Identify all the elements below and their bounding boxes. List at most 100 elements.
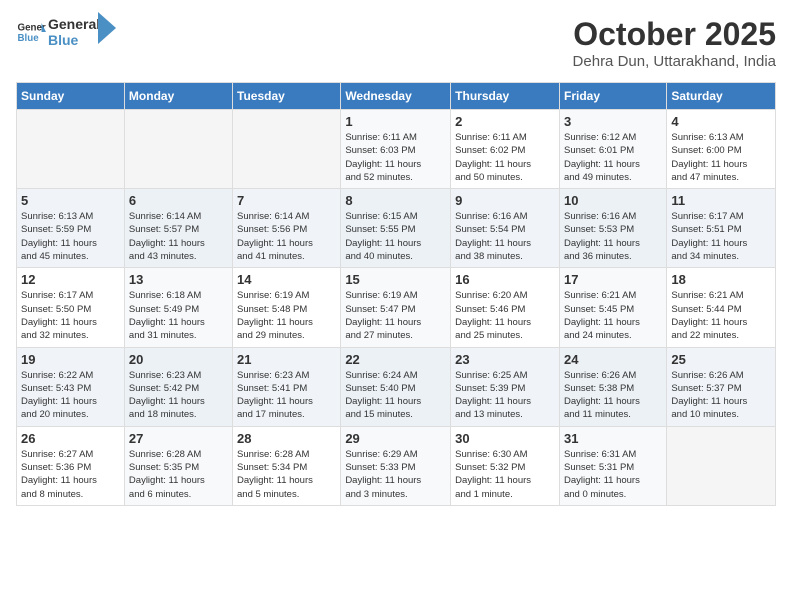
calendar-cell: 2 Sunrise: 6:11 AM Sunset: 6:02 PM Daylig… [451, 110, 560, 189]
calendar-week-row: 5Sunrise: 6:13 AM Sunset: 5:59 PM Daylig… [17, 189, 776, 268]
day-number: 2 [455, 114, 555, 129]
calendar-cell: 27Sunrise: 6:28 AM Sunset: 5:35 PM Dayli… [124, 426, 232, 505]
calendar-cell: 25 Sunrise: 6:26 AM Sunset: 5:37 PM Dayli… [667, 347, 776, 426]
day-info: Sunrise: 6:21 AM Sunset: 5:45 PM Dayligh… [564, 289, 662, 342]
day-info: Sunrise: 6:17 AM Sunset: 5:51 PM Dayligh… [671, 210, 771, 263]
weekday-header-tuesday: Tuesday [233, 83, 341, 110]
day-number: 15 [345, 272, 446, 287]
calendar-cell: 13 Sunrise: 6:18 AM Sunset: 5:49 PM Dayli… [124, 268, 232, 347]
logo-text-general: General [48, 16, 100, 32]
calendar-cell: 29Sunrise: 6:29 AM Sunset: 5:33 PM Dayli… [341, 426, 451, 505]
calendar-table: SundayMondayTuesdayWednesdayThursdayFrid… [16, 82, 776, 506]
day-info: Sunrise: 6:18 AM Sunset: 5:49 PM Dayligh… [129, 289, 228, 342]
day-info: Sunrise: 6:16 AM Sunset: 5:54 PM Dayligh… [455, 210, 555, 263]
day-number: 6 [129, 193, 228, 208]
day-number: 22 [345, 352, 446, 367]
day-info: Sunrise: 6:23 AM Sunset: 5:41 PM Dayligh… [237, 369, 336, 422]
day-info: Sunrise: 6:19 AM Sunset: 5:47 PM Dayligh… [345, 289, 446, 342]
day-info: Sunrise: 6:29 AM Sunset: 5:33 PM Dayligh… [345, 448, 446, 501]
day-info: Sunrise: 6:13 AM Sunset: 6:00 PM Dayligh… [671, 131, 771, 184]
title-block: October 2025 Dehra Dun, Uttarakhand, Ind… [573, 16, 776, 70]
day-number: 5 [21, 193, 120, 208]
calendar-cell: 17 Sunrise: 6:21 AM Sunset: 5:45 PM Dayli… [559, 268, 666, 347]
day-number: 14 [237, 272, 336, 287]
weekday-header-wednesday: Wednesday [341, 83, 451, 110]
calendar-week-row: 12Sunrise: 6:17 AM Sunset: 5:50 PM Dayli… [17, 268, 776, 347]
calendar-cell: 31Sunrise: 6:31 AM Sunset: 5:31 PM Dayli… [559, 426, 666, 505]
calendar-cell: 20 Sunrise: 6:23 AM Sunset: 5:42 PM Dayli… [124, 347, 232, 426]
day-number: 23 [455, 352, 555, 367]
day-info: Sunrise: 6:26 AM Sunset: 5:37 PM Dayligh… [671, 369, 771, 422]
day-number: 1 [345, 114, 446, 129]
logo-arrow-icon [98, 12, 116, 44]
day-number: 3 [564, 114, 662, 129]
calendar-cell: 15 Sunrise: 6:19 AM Sunset: 5:47 PM Dayli… [341, 268, 451, 347]
day-info: Sunrise: 6:23 AM Sunset: 5:42 PM Dayligh… [129, 369, 228, 422]
weekday-header-thursday: Thursday [451, 83, 560, 110]
day-info: Sunrise: 6:22 AM Sunset: 5:43 PM Dayligh… [21, 369, 120, 422]
day-info: Sunrise: 6:28 AM Sunset: 5:34 PM Dayligh… [237, 448, 336, 501]
day-number: 10 [564, 193, 662, 208]
calendar-cell: 6 Sunrise: 6:14 AM Sunset: 5:57 PM Daylig… [124, 189, 232, 268]
day-number: 16 [455, 272, 555, 287]
day-info: Sunrise: 6:21 AM Sunset: 5:44 PM Dayligh… [671, 289, 771, 342]
calendar-cell: 5Sunrise: 6:13 AM Sunset: 5:59 PM Daylig… [17, 189, 125, 268]
calendar-cell: 30 Sunrise: 6:30 AM Sunset: 5:32 PM Dayli… [451, 426, 560, 505]
calendar-cell: 8 Sunrise: 6:15 AM Sunset: 5:55 PM Daylig… [341, 189, 451, 268]
day-number: 25 [671, 352, 771, 367]
day-number: 9 [455, 193, 555, 208]
day-info: Sunrise: 6:28 AM Sunset: 5:35 PM Dayligh… [129, 448, 228, 501]
day-number: 20 [129, 352, 228, 367]
calendar-cell: 28 Sunrise: 6:28 AM Sunset: 5:34 PM Dayli… [233, 426, 341, 505]
day-number: 19 [21, 352, 120, 367]
calendar-cell [124, 110, 232, 189]
calendar-cell [233, 110, 341, 189]
calendar-header-row: SundayMondayTuesdayWednesdayThursdayFrid… [17, 83, 776, 110]
logo-text-blue: Blue [48, 32, 100, 48]
day-info: Sunrise: 6:27 AM Sunset: 5:36 PM Dayligh… [21, 448, 120, 501]
svg-text:Blue: Blue [18, 33, 40, 44]
calendar-cell: 14 Sunrise: 6:19 AM Sunset: 5:48 PM Dayli… [233, 268, 341, 347]
calendar-cell: 22 Sunrise: 6:24 AM Sunset: 5:40 PM Dayli… [341, 347, 451, 426]
calendar-week-row: 26 Sunrise: 6:27 AM Sunset: 5:36 PM Dayli… [17, 426, 776, 505]
weekday-header-saturday: Saturday [667, 83, 776, 110]
day-info: Sunrise: 6:20 AM Sunset: 5:46 PM Dayligh… [455, 289, 555, 342]
logo: General Blue General Blue [16, 16, 116, 48]
day-info: Sunrise: 6:11 AM Sunset: 6:02 PM Dayligh… [455, 131, 555, 184]
day-info: Sunrise: 6:30 AM Sunset: 5:32 PM Dayligh… [455, 448, 555, 501]
weekday-header-sunday: Sunday [17, 83, 125, 110]
calendar-cell: 16 Sunrise: 6:20 AM Sunset: 5:46 PM Dayli… [451, 268, 560, 347]
calendar-cell: 1 Sunrise: 6:11 AM Sunset: 6:03 PM Daylig… [341, 110, 451, 189]
day-info: Sunrise: 6:15 AM Sunset: 5:55 PM Dayligh… [345, 210, 446, 263]
calendar-cell: 18 Sunrise: 6:21 AM Sunset: 5:44 PM Dayli… [667, 268, 776, 347]
day-info: Sunrise: 6:19 AM Sunset: 5:48 PM Dayligh… [237, 289, 336, 342]
day-number: 13 [129, 272, 228, 287]
day-number: 17 [564, 272, 662, 287]
location: Dehra Dun, Uttarakhand, India [573, 53, 776, 70]
day-number: 30 [455, 431, 555, 446]
day-number: 18 [671, 272, 771, 287]
day-number: 31 [564, 431, 662, 446]
calendar-cell: 12Sunrise: 6:17 AM Sunset: 5:50 PM Dayli… [17, 268, 125, 347]
page-header: General Blue General Blue October 2025 D… [16, 16, 776, 70]
day-number: 21 [237, 352, 336, 367]
day-info: Sunrise: 6:11 AM Sunset: 6:03 PM Dayligh… [345, 131, 446, 184]
weekday-header-friday: Friday [559, 83, 666, 110]
day-number: 8 [345, 193, 446, 208]
day-number: 4 [671, 114, 771, 129]
day-info: Sunrise: 6:26 AM Sunset: 5:38 PM Dayligh… [564, 369, 662, 422]
calendar-cell: 4 Sunrise: 6:13 AM Sunset: 6:00 PM Daylig… [667, 110, 776, 189]
calendar-cell: 19 Sunrise: 6:22 AM Sunset: 5:43 PM Dayli… [17, 347, 125, 426]
calendar-cell [667, 426, 776, 505]
day-number: 28 [237, 431, 336, 446]
day-number: 26 [21, 431, 120, 446]
day-info: Sunrise: 6:14 AM Sunset: 5:56 PM Dayligh… [237, 210, 336, 263]
calendar-cell: 21 Sunrise: 6:23 AM Sunset: 5:41 PM Dayli… [233, 347, 341, 426]
day-info: Sunrise: 6:24 AM Sunset: 5:40 PM Dayligh… [345, 369, 446, 422]
calendar-week-row: 19 Sunrise: 6:22 AM Sunset: 5:43 PM Dayli… [17, 347, 776, 426]
day-info: Sunrise: 6:14 AM Sunset: 5:57 PM Dayligh… [129, 210, 228, 263]
day-number: 12 [21, 272, 120, 287]
calendar-cell: 9 Sunrise: 6:16 AM Sunset: 5:54 PM Daylig… [451, 189, 560, 268]
calendar-cell: 23Sunrise: 6:25 AM Sunset: 5:39 PM Dayli… [451, 347, 560, 426]
calendar-week-row: 1 Sunrise: 6:11 AM Sunset: 6:03 PM Daylig… [17, 110, 776, 189]
